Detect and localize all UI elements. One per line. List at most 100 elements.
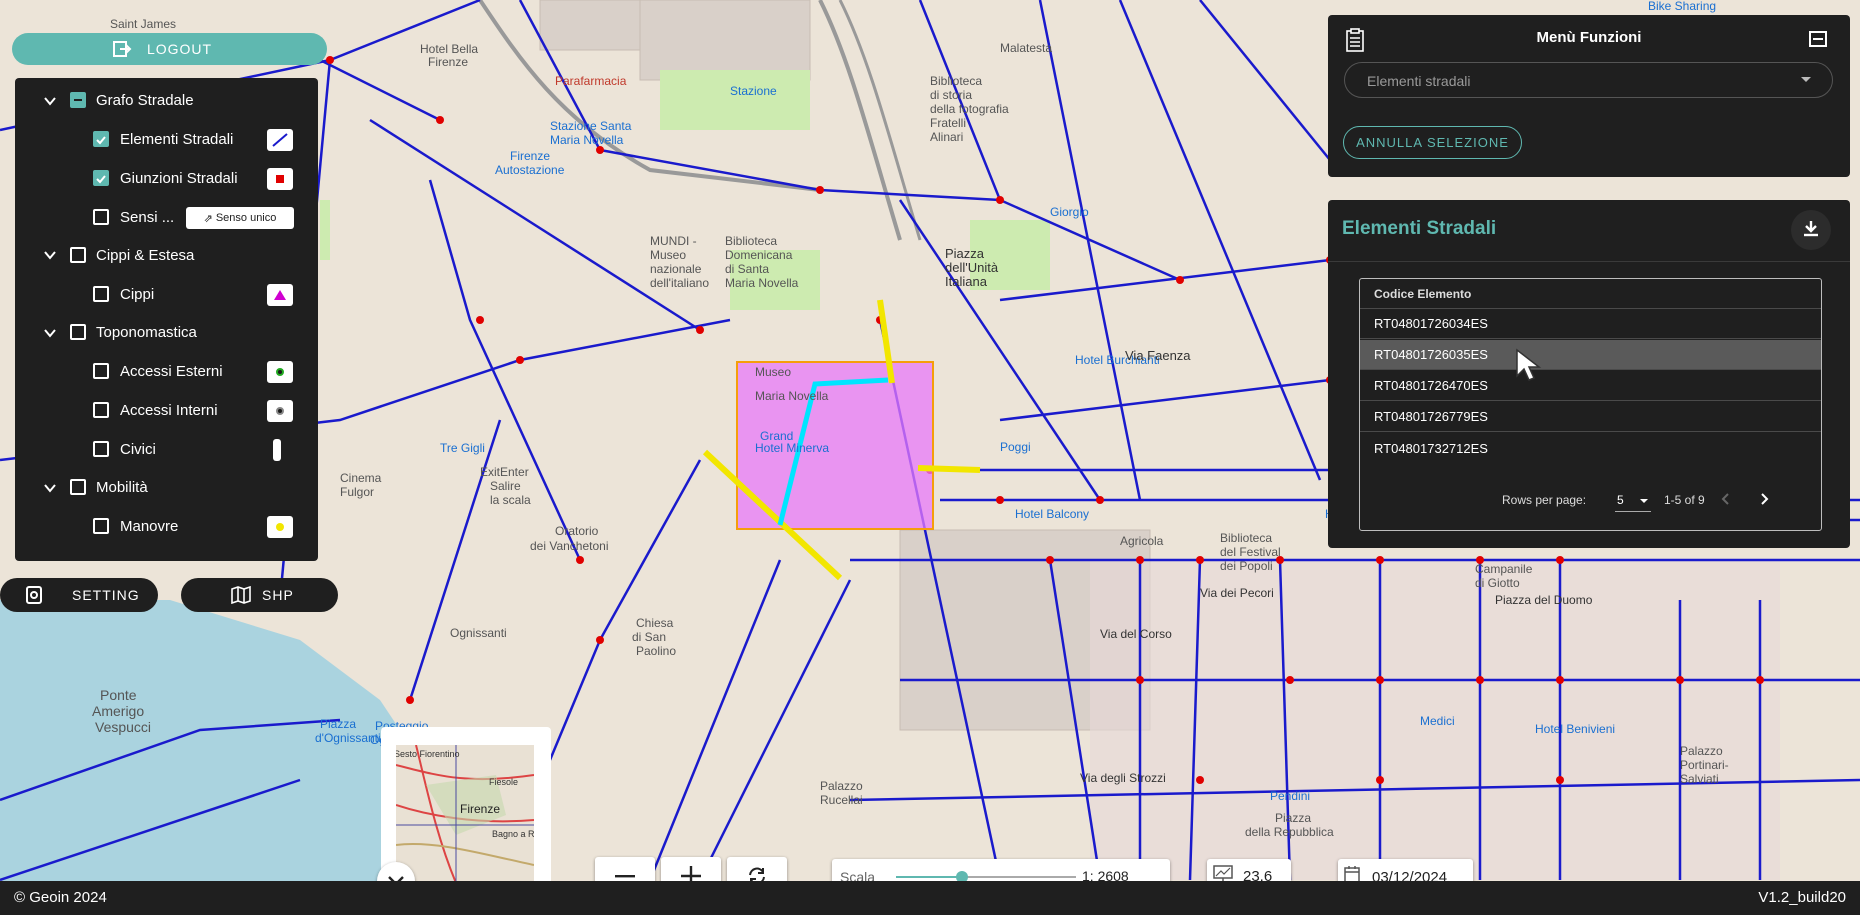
- chevron-down-icon[interactable]: [43, 248, 57, 262]
- svg-text:Biblioteca: Biblioteca: [725, 234, 777, 248]
- group-mobilita-checkbox[interactable]: [70, 479, 86, 495]
- table-row[interactable]: RT04801726034ES: [1360, 309, 1821, 339]
- svg-text:Maria Novella: Maria Novella: [755, 389, 829, 403]
- elementi-table: Codice Elemento RT04801726034ES RT048017…: [1359, 278, 1822, 531]
- minimize-icon[interactable]: [1808, 29, 1828, 49]
- layer-label: Cippi: [120, 286, 155, 303]
- svg-text:Pendini: Pendini: [1270, 789, 1310, 803]
- svg-text:Ognissanti: Ognissanti: [450, 626, 507, 640]
- svg-text:Bagno a Rip: Bagno a Rip: [492, 829, 534, 839]
- group-grafo-checkbox[interactable]: [70, 92, 86, 108]
- group-label: Mobilità: [96, 479, 148, 496]
- setting-button[interactable]: SETTING: [0, 578, 158, 612]
- yellow-dot-swatch-icon: [267, 516, 293, 538]
- line-swatch-icon: [267, 129, 293, 151]
- svg-text:di Santa: di Santa: [725, 262, 769, 276]
- group-cippi-checkbox[interactable]: [70, 247, 86, 263]
- elementi-stradali-checkbox[interactable]: [93, 131, 109, 147]
- svg-text:Italiana: Italiana: [945, 274, 988, 289]
- chevron-down-icon[interactable]: [43, 481, 57, 495]
- map-label: Firenze: [428, 55, 468, 69]
- annulla-selezione-button[interactable]: ANNULLA SELEZIONE: [1343, 126, 1522, 159]
- shp-label: SHP: [262, 587, 294, 603]
- sensi-checkbox[interactable]: [93, 209, 109, 225]
- accessi-esterni-checkbox[interactable]: [93, 363, 109, 379]
- svg-text:Malatesta: Malatesta: [1000, 41, 1052, 55]
- cippi-checkbox[interactable]: [93, 286, 109, 302]
- civici-checkbox[interactable]: [93, 441, 109, 457]
- mouse-cursor-icon: [1516, 348, 1542, 381]
- svg-text:Palazzo: Palazzo: [820, 779, 863, 793]
- function-select[interactable]: Elementi stradali: [1344, 62, 1833, 98]
- next-page-icon[interactable]: [1760, 492, 1770, 506]
- svg-text:Museo: Museo: [650, 248, 686, 262]
- logout-icon: [113, 41, 132, 57]
- manovre-checkbox[interactable]: [93, 518, 109, 534]
- svg-text:Via degli Strozzi: Via degli Strozzi: [1080, 771, 1166, 785]
- svg-text:Salviati: Salviati: [1680, 772, 1719, 786]
- svg-text:nazionale: nazionale: [650, 262, 702, 276]
- svg-text:Biblioteca: Biblioteca: [1220, 531, 1272, 545]
- svg-text:Piazza: Piazza: [320, 717, 356, 731]
- svg-text:Biblioteca: Biblioteca: [930, 74, 982, 88]
- svg-text:Stazione: Stazione: [730, 84, 777, 98]
- layer-label: Accessi Esterni: [120, 363, 223, 380]
- scale-slider-fill: [896, 876, 961, 878]
- copyright-text: © Geoin 2024: [14, 889, 107, 906]
- svg-text:Via Faenza: Via Faenza: [1125, 348, 1191, 363]
- green-dot-swatch-icon: [267, 361, 293, 383]
- shp-button[interactable]: SHP: [181, 578, 338, 612]
- svg-text:Giorgio: Giorgio: [1050, 205, 1089, 219]
- civici-swatch-icon: [273, 439, 281, 461]
- table-row-selected[interactable]: RT04801726035ES: [1360, 340, 1821, 370]
- table-row[interactable]: RT04801726470ES: [1360, 371, 1821, 401]
- svg-text:Cinema: Cinema: [340, 471, 382, 485]
- group-label: Cippi & Estesa: [96, 247, 195, 264]
- table-row[interactable]: RT04801726779ES: [1360, 402, 1821, 432]
- group-label: Toponomastica: [96, 324, 197, 341]
- svg-text:della Repubblica: della Repubblica: [1245, 825, 1334, 839]
- svg-text:Fiesole: Fiesole: [489, 777, 518, 787]
- svg-text:Stazione Santa: Stazione Santa: [550, 119, 632, 133]
- group-label: Grafo Stradale: [96, 92, 194, 109]
- svg-text:Medici: Medici: [1420, 714, 1455, 728]
- chevron-down-icon[interactable]: [43, 326, 57, 340]
- logout-button[interactable]: LOGOUT: [12, 33, 327, 65]
- svg-text:Campanile: Campanile: [1475, 562, 1533, 576]
- senso-unico-swatch: ⇗ Senso unico: [186, 207, 294, 229]
- layer-label: Accessi Interni: [120, 402, 218, 419]
- svg-text:Oratorio: Oratorio: [555, 524, 599, 538]
- layer-label: Sensi ...: [120, 209, 175, 226]
- layers-panel: Grafo Stradale Elementi Stradali Giunzio…: [15, 78, 318, 561]
- svg-text:di storia: di storia: [930, 88, 972, 102]
- svg-text:Alinari: Alinari: [930, 130, 963, 144]
- svg-text:Maria Novella: Maria Novella: [550, 133, 624, 147]
- accessi-interni-checkbox[interactable]: [93, 402, 109, 418]
- minus-icon: [615, 875, 635, 878]
- svg-text:Piazza: Piazza: [945, 246, 985, 261]
- gray-dot-swatch-icon: [267, 400, 293, 422]
- svg-text:Vespucci: Vespucci: [95, 719, 151, 735]
- logout-label: LOGOUT: [146, 41, 213, 57]
- svg-text:Rucellai: Rucellai: [820, 793, 863, 807]
- svg-text:Domenicana: Domenicana: [725, 248, 793, 262]
- senso-unico-text: Senso unico: [215, 212, 277, 224]
- svg-text:Palazzo: Palazzo: [1680, 744, 1723, 758]
- elementi-title: Elementi Stradali: [1342, 218, 1497, 239]
- svg-text:Hotel Balcony: Hotel Balcony: [1015, 507, 1089, 521]
- svg-text:Autostazione: Autostazione: [495, 163, 565, 177]
- group-toponomastica-checkbox[interactable]: [70, 324, 86, 340]
- minimap-image: Sesto Fiorentino Fiesole Firenze Bagno a…: [396, 745, 534, 883]
- svg-text:Paolino: Paolino: [636, 644, 676, 658]
- giunzioni-stradali-checkbox[interactable]: [93, 170, 109, 186]
- prev-page-icon[interactable]: [1720, 492, 1730, 506]
- table-row[interactable]: RT04801732712ES: [1360, 433, 1821, 463]
- download-button[interactable]: [1791, 210, 1831, 250]
- rows-per-page-select[interactable]: 5: [1615, 489, 1651, 512]
- svg-text:Sesto Fiorentino: Sesto Fiorentino: [396, 749, 460, 759]
- svg-text:dell'italiano: dell'italiano: [650, 276, 709, 290]
- svg-text:Fratelli: Fratelli: [930, 116, 966, 130]
- map-label: Saint James: [110, 17, 176, 31]
- elementi-stradali-panel: Elementi Stradali Codice Elemento RT0480…: [1328, 200, 1850, 548]
- chevron-down-icon[interactable]: [43, 94, 57, 108]
